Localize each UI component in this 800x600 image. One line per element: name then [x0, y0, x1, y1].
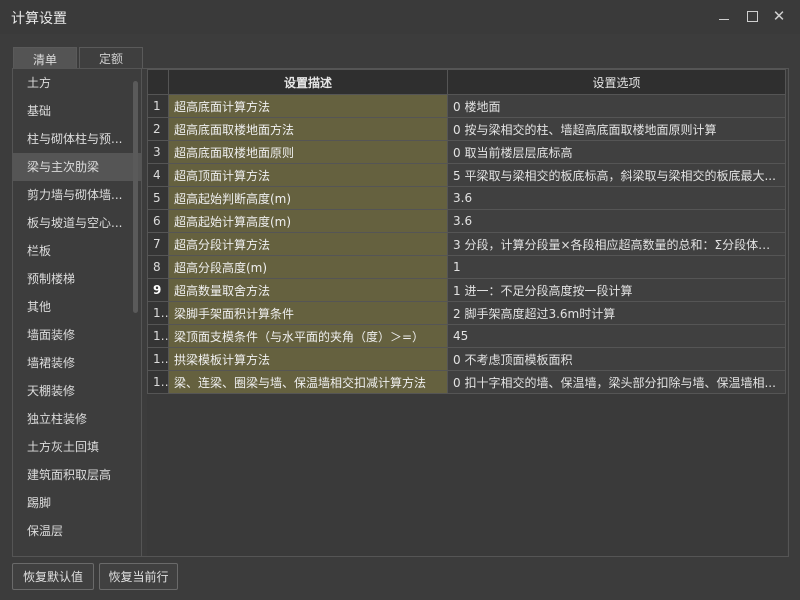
- sidebar-item[interactable]: 土方: [13, 69, 141, 97]
- minimize-button[interactable]: [713, 6, 735, 26]
- setting-description: 超高起始判断高度(m): [168, 186, 448, 210]
- sidebar-item[interactable]: 栏板: [13, 237, 141, 265]
- header-description: 设置描述: [168, 69, 448, 95]
- table-row[interactable]: 9 超高数量取舍方法 1 进一：不足分段高度按一段计算: [147, 278, 786, 302]
- title-bar: 计算设置 ✕: [0, 0, 800, 34]
- table-row[interactable]: 4 超高顶面计算方法 5 平梁取与梁相交的板底标高，斜梁取与梁相交的板底最大...: [147, 163, 786, 187]
- header-options: 设置选项: [447, 69, 786, 95]
- setting-option[interactable]: 5 平梁取与梁相交的板底标高，斜梁取与梁相交的板底最大...: [447, 163, 786, 187]
- setting-description: 超高分段高度(m): [168, 255, 448, 279]
- sidebar-item[interactable]: 墙面装修: [13, 321, 141, 349]
- table-row[interactable]: 2 超高底面取楼地面方法 0 按与梁相交的柱、墙超高底面取楼地面原则计算: [147, 117, 786, 141]
- row-number: 10: [147, 301, 169, 325]
- sidebar-item[interactable]: 踢脚: [13, 489, 141, 517]
- row-number: 11: [147, 324, 169, 348]
- tab-quota[interactable]: 定额: [79, 47, 143, 69]
- sidebar-item[interactable]: 剪力墙与砌体墙...: [13, 181, 141, 209]
- sidebar-item[interactable]: 独立柱装修: [13, 405, 141, 433]
- table-row[interactable]: 1 超高底面计算方法 0 楼地面: [147, 94, 786, 118]
- table-row[interactable]: 7 超高分段计算方法 3 分段，计算分段量×各段相应超高数量的总和：Σ分段体积...: [147, 232, 786, 256]
- setting-option[interactable]: 0 取当前楼层层底标高: [447, 140, 786, 164]
- setting-option[interactable]: 1: [447, 255, 786, 279]
- window-title: 计算设置: [11, 11, 67, 27]
- row-number: 7: [147, 232, 169, 256]
- restore-current-row-button[interactable]: 恢复当前行: [99, 563, 178, 590]
- restore-default-button[interactable]: 恢复默认值: [12, 563, 94, 590]
- sidebar-item[interactable]: 其他: [13, 293, 141, 321]
- setting-option[interactable]: 45: [447, 324, 786, 348]
- sidebar-item[interactable]: 柱与砌体柱与预...: [13, 125, 141, 153]
- table-row[interactable]: 8 超高分段高度(m) 1: [147, 255, 786, 279]
- setting-description: 超高底面取楼地面方法: [168, 117, 448, 141]
- setting-description: 超高起始计算高度(m): [168, 209, 448, 233]
- sidebar-item[interactable]: 建筑面积取层高: [13, 461, 141, 489]
- settings-grid: 设置描述 设置选项 1 超高底面计算方法 0 楼地面 2 超高底面取楼地面方法 0 按与梁…: [147, 69, 786, 394]
- setting-description: 梁脚手架面积计算条件: [168, 301, 448, 325]
- settings-panel: 土方 基础 柱与砌体柱与预... 梁与主次肋梁 剪力墙与砌体墙... 板与坡道与空心...…: [12, 68, 789, 557]
- setting-option[interactable]: 1 进一：不足分段高度按一段计算: [447, 278, 786, 302]
- grid-header-row: 设置描述 设置选项: [147, 69, 786, 95]
- sidebar-item[interactable]: 土方灰土回填: [13, 433, 141, 461]
- maximize-icon: [746, 10, 758, 22]
- row-number: 6: [147, 209, 169, 233]
- settings-grid-area: 设置描述 设置选项 1 超高底面计算方法 0 楼地面 2 超高底面取楼地面方法 0 按与梁…: [147, 69, 787, 556]
- setting-option[interactable]: 2 脚手架高度超过3.6m时计算: [447, 301, 786, 325]
- sidebar-item[interactable]: 板与坡道与空心...: [13, 209, 141, 237]
- setting-description: 梁顶面支模条件（与水平面的夹角（度）＞=）: [168, 324, 448, 348]
- setting-option[interactable]: 0 按与梁相交的柱、墙超高底面取楼地面原则计算: [447, 117, 786, 141]
- setting-option[interactable]: 0 不考虑顶面模板面积: [447, 347, 786, 371]
- row-number: 4: [147, 163, 169, 187]
- table-row[interactable]: 6 超高起始计算高度(m) 3.6: [147, 209, 786, 233]
- minimize-icon: [719, 18, 729, 20]
- setting-option[interactable]: 0 楼地面: [447, 94, 786, 118]
- setting-option[interactable]: 0 扣十字相交的墙、保温墙，梁头部分扣除与墙、保温墙相...: [447, 370, 786, 394]
- table-row[interactable]: 10 梁脚手架面积计算条件 2 脚手架高度超过3.6m时计算: [147, 301, 786, 325]
- row-number: 13: [147, 370, 169, 394]
- sidebar-item[interactable]: 天棚装修: [13, 377, 141, 405]
- sidebar-item[interactable]: 预制楼梯: [13, 265, 141, 293]
- sidebar-item[interactable]: 保温层: [13, 517, 141, 545]
- table-row[interactable]: 3 超高底面取楼地面原则 0 取当前楼层层底标高: [147, 140, 786, 164]
- table-row[interactable]: 11 梁顶面支模条件（与水平面的夹角（度）＞=） 45: [147, 324, 786, 348]
- setting-description: 梁、连梁、圈梁与墙、保温墙相交扣减计算方法: [168, 370, 448, 394]
- close-icon: ✕: [772, 7, 786, 25]
- setting-option[interactable]: 3.6: [447, 186, 786, 210]
- category-list: 土方 基础 柱与砌体柱与预... 梁与主次肋梁 剪力墙与砌体墙... 板与坡道与空心...…: [13, 69, 142, 556]
- setting-description: 超高底面取楼地面原则: [168, 140, 448, 164]
- setting-option[interactable]: 3.6: [447, 209, 786, 233]
- row-number: 8: [147, 255, 169, 279]
- setting-description: 拱梁模板计算方法: [168, 347, 448, 371]
- setting-description: 超高顶面计算方法: [168, 163, 448, 187]
- header-corner: [147, 69, 169, 95]
- setting-description: 超高底面计算方法: [168, 94, 448, 118]
- tab-bill[interactable]: 清单: [13, 47, 77, 70]
- setting-description: 超高分段计算方法: [168, 232, 448, 256]
- row-number: 3: [147, 140, 169, 164]
- close-button[interactable]: ✕: [768, 6, 790, 26]
- sidebar-item[interactable]: 梁与主次肋梁: [13, 153, 141, 181]
- row-number: 12: [147, 347, 169, 371]
- setting-option[interactable]: 3 分段，计算分段量×各段相应超高数量的总和：Σ分段体积...: [447, 232, 786, 256]
- setting-description: 超高数量取舍方法: [168, 278, 448, 302]
- table-row[interactable]: 12 拱梁模板计算方法 0 不考虑顶面模板面积: [147, 347, 786, 371]
- row-number: 1: [147, 94, 169, 118]
- table-row[interactable]: 13 梁、连梁、圈梁与墙、保温墙相交扣减计算方法 0 扣十字相交的墙、保温墙，梁头部…: [147, 370, 786, 394]
- row-number: 9: [147, 278, 169, 302]
- sidebar-item[interactable]: 基础: [13, 97, 141, 125]
- sidebar-scrollbar[interactable]: [133, 81, 138, 313]
- maximize-button[interactable]: [741, 6, 763, 26]
- sidebar-item[interactable]: 墙裙装修: [13, 349, 141, 377]
- row-number: 5: [147, 186, 169, 210]
- row-number: 2: [147, 117, 169, 141]
- table-row[interactable]: 5 超高起始判断高度(m) 3.6: [147, 186, 786, 210]
